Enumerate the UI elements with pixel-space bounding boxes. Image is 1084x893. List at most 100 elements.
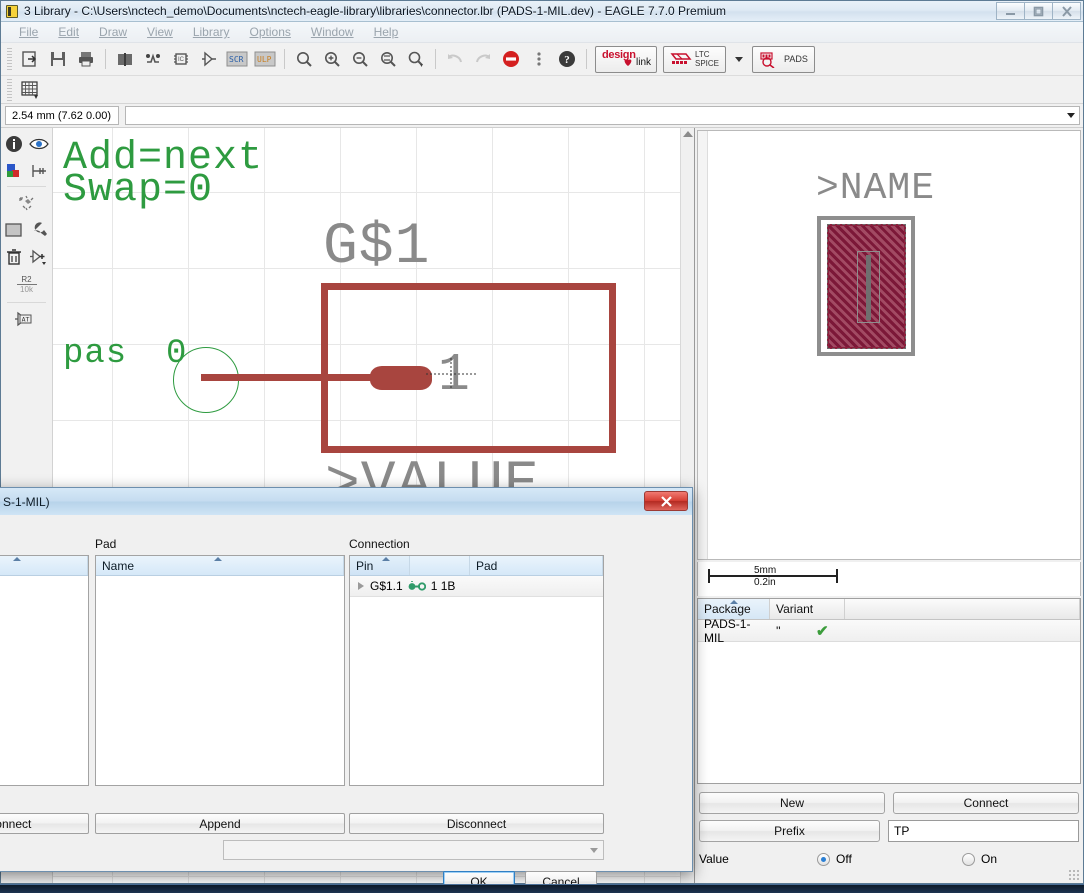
value-off-radio[interactable] (817, 853, 830, 866)
value-on-radio[interactable] (962, 853, 975, 866)
package-column-header[interactable]: Package (698, 599, 770, 619)
grid-icon[interactable] (17, 77, 43, 102)
connection-pad-column-header-2[interactable]: Pad (470, 556, 603, 575)
left-listbox[interactable] (0, 555, 89, 786)
menu-window[interactable]: Window (301, 23, 364, 41)
sort-ascending-icon (13, 557, 21, 561)
pad-section-label: Pad (95, 537, 345, 551)
row-package-name: PADS-1-MIL (698, 617, 770, 645)
scale-bar-tick-right (836, 569, 838, 583)
toolbar-grip[interactable] (7, 48, 12, 70)
pad-list-body[interactable] (96, 576, 344, 785)
show-icon[interactable] (28, 132, 51, 155)
dialog-append-button[interactable]: Append (95, 813, 345, 834)
connect-button[interactable]: Connect (893, 792, 1079, 814)
dialog-close-button[interactable] (644, 491, 688, 511)
progress-icon[interactable] (526, 47, 552, 72)
add-pin-icon[interactable] (28, 245, 51, 268)
table-row[interactable]: G$1.1 1 1B (350, 576, 603, 597)
wrench-icon[interactable] (28, 218, 51, 241)
menu-options[interactable]: Options (240, 23, 301, 41)
restore-button[interactable] (1024, 2, 1053, 20)
variant-column-header[interactable]: Variant (770, 599, 845, 619)
menu-file-label: File (19, 25, 38, 39)
undo-icon[interactable] (442, 47, 468, 72)
dialog-connect-button[interactable]: Connect (0, 813, 89, 834)
package-variant-table[interactable]: Package Variant PADS-1-MIL '' ✔ (697, 598, 1081, 784)
menu-view[interactable]: View (137, 23, 183, 41)
menu-file[interactable]: File (9, 23, 48, 41)
zoom-select-icon[interactable] (403, 47, 429, 72)
open-icon[interactable] (17, 47, 43, 72)
package-icon[interactable]: IC (168, 47, 194, 72)
attribute-icon[interactable]: AT (12, 307, 42, 330)
move-group-icon[interactable] (15, 191, 38, 214)
ulp-icon[interactable]: ULP (252, 47, 278, 72)
sort-ascending-icon (214, 557, 222, 561)
close-button[interactable] (1052, 2, 1081, 20)
ltc-spice-line1: LTC (695, 50, 719, 59)
minimize-button[interactable] (996, 2, 1025, 20)
chevron-down-icon[interactable] (590, 848, 598, 853)
connection-listbox[interactable]: Pin Pad G$1.1 (349, 555, 604, 786)
svg-text:IC: IC (178, 57, 185, 63)
connection-list-body[interactable]: G$1.1 1 1B (350, 576, 603, 785)
info-icon[interactable] (3, 132, 26, 155)
print-icon[interactable] (73, 47, 99, 72)
pads-button[interactable]: PADS (752, 46, 815, 73)
prefix-button[interactable]: Prefix (699, 820, 880, 842)
redo-icon[interactable] (470, 47, 496, 72)
pad-listbox[interactable]: Name (95, 555, 345, 786)
menu-library[interactable]: Library (183, 23, 240, 41)
name-icon-top: R2 (21, 276, 31, 284)
symbol-icon[interactable] (196, 47, 222, 72)
prefix-input[interactable]: TP (888, 820, 1079, 842)
zoom-redraw-icon[interactable] (375, 47, 401, 72)
status-column-header[interactable] (845, 599, 1080, 619)
connection-pad-column-header[interactable] (410, 556, 470, 575)
design-link-button[interactable]: design link (595, 46, 657, 73)
device-icon[interactable] (140, 47, 166, 72)
svg-text:SCR: SCR (229, 55, 244, 64)
zoom-fit-icon[interactable] (291, 47, 317, 72)
pad-name-column-header[interactable]: Name (96, 556, 344, 575)
ltc-spice-button[interactable]: LTC SPICE (663, 46, 726, 73)
dialog-disconnect-button[interactable]: Disconnect (349, 813, 604, 834)
connection-list-header: Pin Pad (350, 556, 603, 576)
connection-pad-column-label: Pad (476, 559, 497, 573)
name-value-icon[interactable]: R2 10k (10, 272, 44, 298)
resize-grip[interactable] (1068, 869, 1080, 881)
command-input[interactable] (125, 106, 1080, 125)
script-icon[interactable]: SCR (224, 47, 250, 72)
scale-bar: 5mm 0.2in (697, 562, 1081, 596)
mark-icon[interactable] (28, 159, 51, 182)
dialog-combo[interactable] (223, 840, 604, 860)
left-list-column-header[interactable] (0, 556, 88, 575)
pin-column-header[interactable]: Pin (350, 556, 410, 575)
menu-draw[interactable]: Draw (89, 23, 137, 41)
library-icon[interactable] (112, 47, 138, 72)
stop-icon[interactable] (498, 47, 524, 72)
delete-icon[interactable] (3, 245, 26, 268)
package-canvas[interactable]: >NAME (697, 130, 1081, 560)
scroll-up-arrow-icon[interactable] (683, 131, 693, 137)
expand-triangle-icon[interactable] (358, 582, 364, 590)
menu-edit[interactable]: Edit (48, 23, 89, 41)
help-icon[interactable]: ? (554, 47, 580, 72)
left-list-label (0, 537, 89, 551)
zoom-out-icon[interactable] (347, 47, 373, 72)
zoom-in-icon[interactable] (319, 47, 345, 72)
table-row[interactable]: PADS-1-MIL '' ✔ (698, 620, 1080, 642)
display-layers-icon[interactable] (3, 159, 26, 182)
menu-help[interactable]: Help (364, 23, 409, 41)
left-list-body[interactable] (0, 576, 88, 785)
pad-list-header: Name (96, 556, 344, 576)
new-button[interactable]: New (699, 792, 885, 814)
package-scrollbar[interactable] (698, 131, 708, 559)
chevron-down-icon[interactable] (735, 57, 743, 62)
command-bar: 2.54 mm (7.62 0.00) (1, 104, 1083, 128)
chevron-down-icon[interactable] (1067, 113, 1075, 118)
toolbar2-grip[interactable] (7, 79, 12, 101)
save-icon[interactable] (45, 47, 71, 72)
rectangle-icon[interactable] (3, 218, 26, 241)
